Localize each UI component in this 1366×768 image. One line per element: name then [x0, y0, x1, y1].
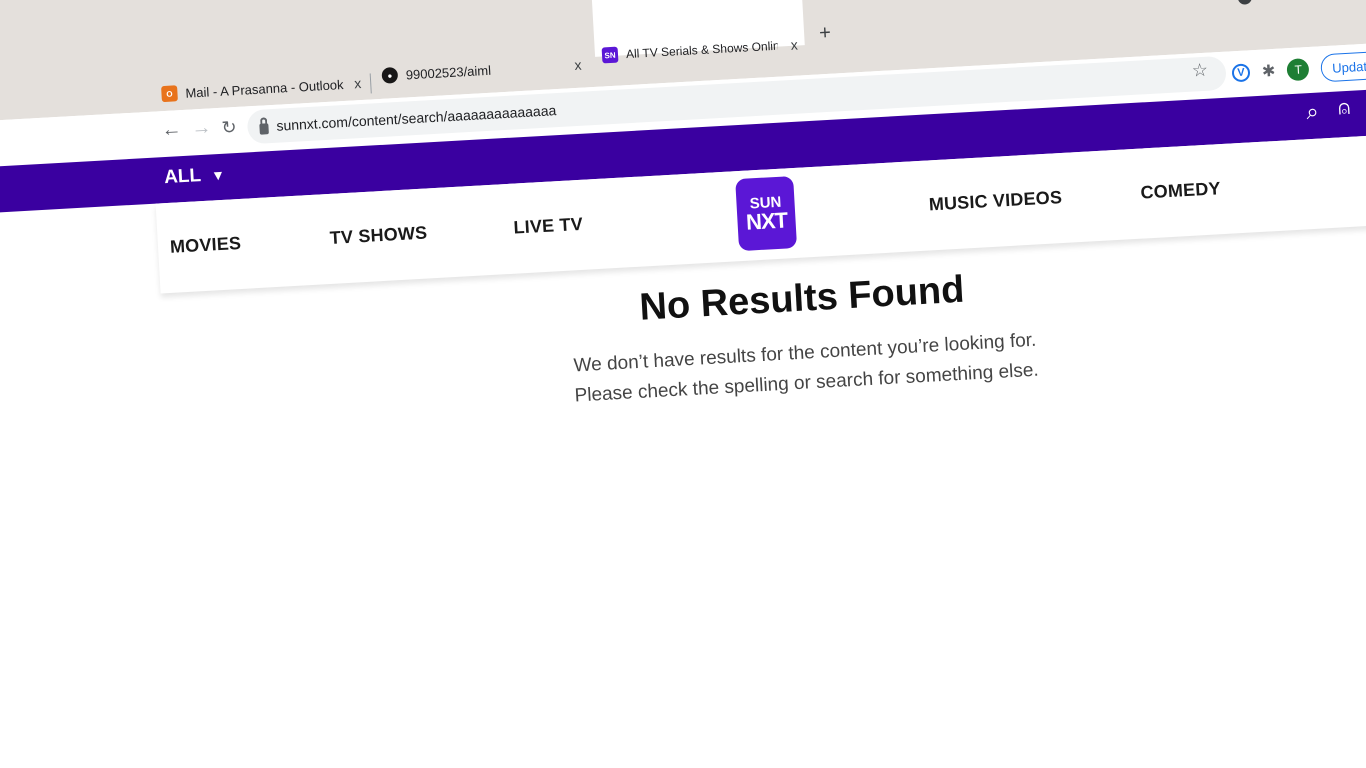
tab-title: Mail - A Prasanna - Outlook — [185, 76, 344, 101]
no-results-message: No Results Found We don’t have results f… — [491, 260, 1117, 415]
github-icon: ● — [381, 66, 399, 84]
sunnxt-icon: SN — [601, 46, 619, 64]
minimize-icon[interactable]: – — [1273, 0, 1283, 5]
close-icon[interactable]: x — [354, 75, 362, 91]
screen: O Mail - A Prasanna - Outlook x ● 990025… — [0, 0, 1366, 768]
close-icon[interactable]: x — [790, 37, 798, 53]
new-tab-button[interactable]: + — [819, 22, 832, 46]
tab-title: 99002523/aiml — [405, 62, 492, 82]
tab-title: All TV Serials & Shows Online | V — [625, 38, 779, 62]
update-button[interactable]: Update — [1320, 50, 1366, 83]
bookmark-star-icon[interactable]: ☆ — [1191, 60, 1208, 82]
close-icon[interactable]: x — [574, 57, 582, 73]
back-icon[interactable]: ← — [161, 118, 182, 142]
profile-avatar[interactable]: T — [1286, 58, 1310, 82]
nav-live-tv[interactable]: LIVE TV — [513, 214, 583, 239]
sunnxt-logo[interactable]: SUN NXT — [735, 176, 798, 252]
logo-line-2: NXT — [745, 206, 788, 235]
forward-icon[interactable]: → — [191, 116, 212, 140]
user-icon[interactable]: ⍝ — [1338, 97, 1351, 121]
lock-icon — [259, 122, 269, 135]
extensions-puzzle-icon[interactable]: ✱ — [1261, 61, 1276, 82]
category-filter-dropdown[interactable]: ALL ▼ — [164, 164, 226, 189]
incognito-icon[interactable] — [1237, 0, 1253, 5]
url-text: sunnxt.com/content/search/aaaaaaaaaaaaaa — [276, 102, 557, 134]
chevron-down-icon: ▼ — [210, 166, 226, 184]
nav-comedy[interactable]: COMEDY — [1140, 178, 1221, 203]
nav-movies[interactable]: MOVIES — [169, 233, 241, 258]
category-filter-label: ALL — [163, 165, 202, 189]
reload-icon[interactable]: ↻ — [221, 117, 237, 139]
vpn-extension-icon[interactable]: V — [1231, 63, 1251, 83]
search-icon[interactable]: ⌕ — [1306, 99, 1320, 126]
restore-icon[interactable]: ❐ — [1304, 0, 1317, 2]
outlook-icon: O — [161, 85, 178, 103]
